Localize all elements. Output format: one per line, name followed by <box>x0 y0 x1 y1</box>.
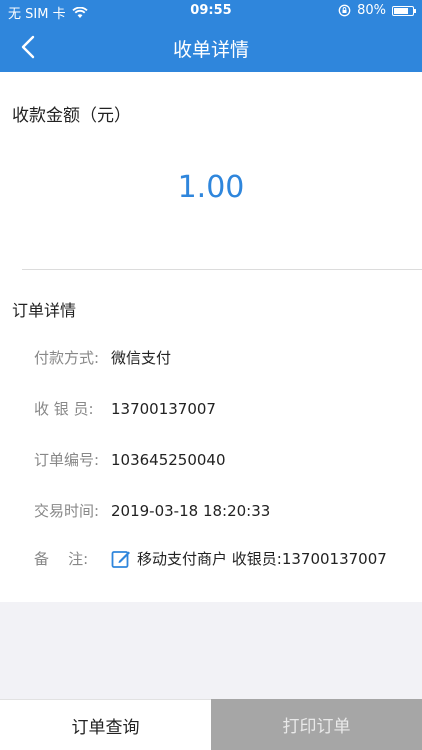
detail-label: 付款方式: <box>34 349 100 367</box>
amount-value: 1.00 <box>177 170 245 205</box>
order-query-button[interactable]: 订单查询 <box>0 699 211 750</box>
detail-row-remark: 备 注: 移动支付商户 收银员:13700137007 <box>34 548 387 569</box>
bottom-bar: 订单查询 打印订单 <box>0 699 422 750</box>
detail-label: 备 注: <box>34 550 89 568</box>
status-bar: 无 SIM 卡 09:55 80% <box>0 0 422 22</box>
edit-icon[interactable] <box>111 549 131 569</box>
receipt-scalloped-edge <box>0 594 422 598</box>
battery-icon <box>392 5 416 16</box>
page-title: 收单详情 <box>172 39 249 61</box>
detail-value: 移动支付商户 收银员:13700137007 <box>137 550 387 568</box>
detail-value: 13700137007 <box>111 399 216 418</box>
detail-row-payment-method: 付款方式: 微信支付 <box>34 347 171 368</box>
detail-value: 2019-03-18 18:20:33 <box>111 501 271 520</box>
detail-label: 交易时间: <box>34 502 100 520</box>
print-order-button[interactable]: 打印订单 <box>211 699 422 750</box>
detail-label: 订单编号: <box>34 451 100 469</box>
detail-row-order-number: 订单编号: 103645250040 <box>34 449 226 470</box>
status-right: 80% <box>338 3 416 18</box>
detail-label: 收 银 员: <box>34 400 94 418</box>
detail-value: 微信支付 <box>111 349 172 367</box>
detail-row-cashier: 收 银 员: 13700137007 <box>34 398 216 419</box>
divider <box>22 269 422 270</box>
amount-label: 收款金额（元） <box>12 106 131 126</box>
battery-percent: 80% <box>357 3 386 18</box>
detail-value: 103645250040 <box>111 450 226 469</box>
nav-bar: 收单详情 <box>0 22 422 72</box>
section-title: 订单详情 <box>12 301 77 320</box>
battery-fill <box>394 7 408 14</box>
receipt-card: 收款金额（元） 1.00 订单详情 付款方式: 微信支付 收 银 员: 1370… <box>0 72 422 602</box>
rotation-lock-icon <box>338 4 351 17</box>
detail-row-transaction-time: 交易时间: 2019-03-18 18:20:33 <box>34 500 270 521</box>
